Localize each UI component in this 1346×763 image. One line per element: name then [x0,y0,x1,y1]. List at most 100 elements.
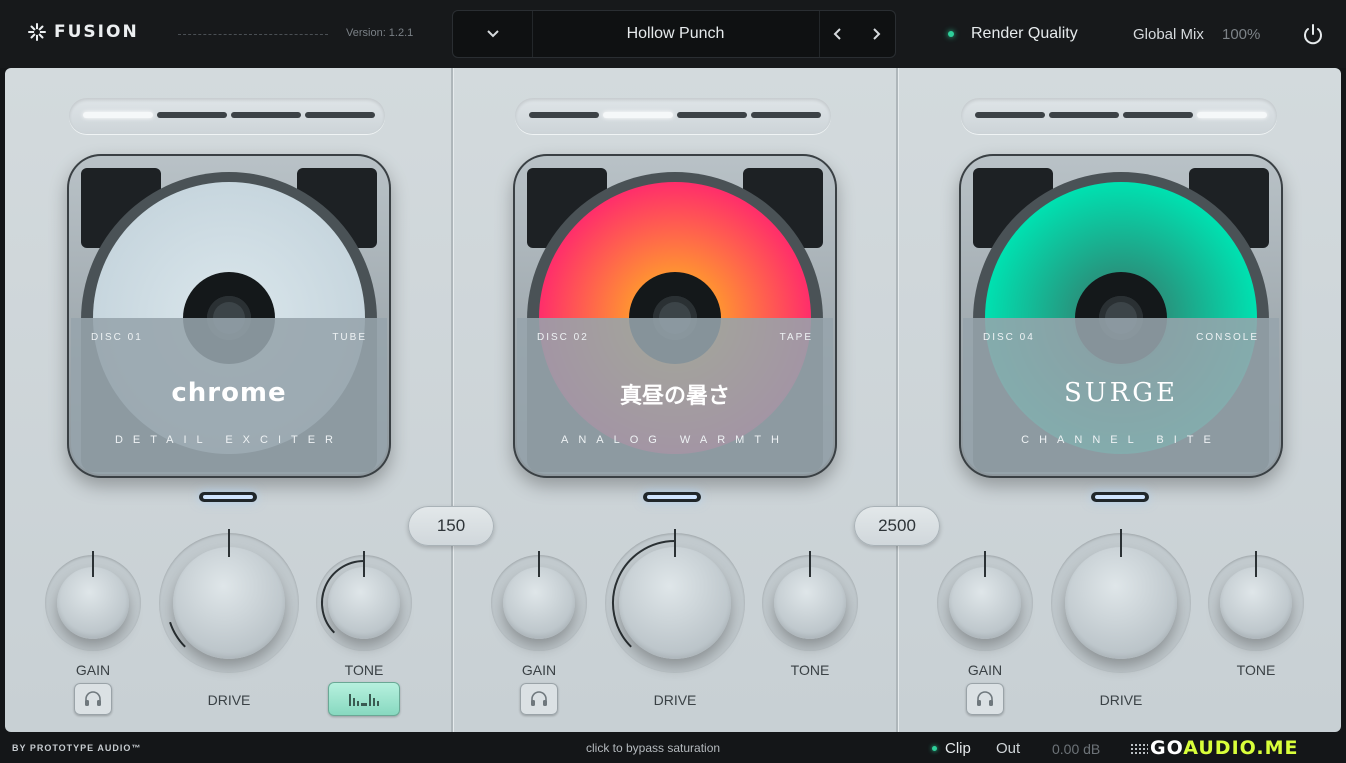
tone-label: TONE [790,662,830,678]
app-title: FUSION [54,22,139,42]
chevron-left-icon [833,28,841,40]
gain-knob[interactable] [949,567,1021,639]
disc-title: SURGE [1063,378,1179,408]
drive-knob[interactable] [619,547,731,659]
drive-label: DRIVE [653,692,697,708]
previous-preset-button[interactable] [819,11,857,57]
watermark-part-b: AUDIO.ME [1183,737,1299,759]
disc-title: chrome [171,378,287,408]
saturation-slot-2: DISC 02 TAPE 真昼の暑さ ANALOG WARMTH GAIN DRI… [451,68,895,732]
tone-knob[interactable] [328,567,400,639]
gain-knob-indicator [538,551,540,577]
logo: FUSION [28,22,139,42]
disc-selector[interactable] [961,98,1277,134]
tone-mode-button[interactable] [328,682,400,716]
global-mix-label: Global Mix [1133,26,1204,43]
disc-title: 真昼の暑さ [619,384,730,409]
version-label: Version: 1.2.1 [346,27,414,39]
disc-selector-segment[interactable] [157,112,227,118]
drive-knob-indicator [674,529,676,557]
slot-active-led [1091,492,1149,502]
render-quality-toggle[interactable]: Render Quality [971,25,1078,43]
gain-knob[interactable] [57,567,129,639]
power-button[interactable] [1300,22,1326,48]
watermark-part-a: GO [1150,737,1184,759]
disc-selector-segment[interactable] [83,112,153,118]
preset-name[interactable]: Hollow Punch [533,11,818,57]
disc-selector-segment[interactable] [751,112,821,118]
output-label: Out [996,740,1021,757]
disc-number: DISC 02 [537,332,589,343]
headphones-icon [531,691,547,706]
disc-selector[interactable] [515,98,831,134]
headphones-icon [977,691,993,706]
slot-active-led [643,492,701,502]
disc-selector-segment[interactable] [305,112,375,118]
clip-toggle[interactable]: Clip [945,740,971,757]
disc-player[interactable]: DISC 02 TAPE 真昼の暑さ ANALOG WARMTH [513,154,837,478]
bypass-hint: click to bypass saturation [586,741,721,755]
drive-knob-indicator [228,529,230,557]
disc-selector-segment[interactable] [1049,112,1119,118]
gain-label: GAIN [967,662,1003,678]
disc-selector-segment[interactable] [975,112,1045,118]
disc-number: DISC 01 [91,332,143,343]
disc-selector-segment[interactable] [603,112,673,118]
gain-knob[interactable] [503,567,575,639]
tone-knob-indicator [363,551,365,577]
tone-knob-indicator [1255,551,1257,577]
preset-browser: Hollow Punch [452,10,896,58]
disc-label: DISC 04 CONSOLE SURGE CHANNEL BITE [963,318,1279,474]
disc-player[interactable]: DISC 04 CONSOLE SURGE CHANNEL BITE [959,154,1283,478]
drive-label: DRIVE [207,692,251,708]
gain-label: GAIN [521,662,557,678]
title-divider [178,34,328,35]
solo-listen-button[interactable] [966,683,1004,715]
drive-label: DRIVE [1099,692,1143,708]
tone-knob[interactable] [774,567,846,639]
clip-indicator [932,746,937,751]
solo-listen-button[interactable] [74,683,112,715]
disc-number: DISC 04 [983,332,1035,343]
headphones-icon [85,691,101,706]
disc-selector-segment[interactable] [1197,112,1267,118]
disc-type: TUBE [332,332,367,343]
gain-knob-indicator [92,551,94,577]
disc-selector-segment[interactable] [231,112,301,118]
output-meter [1130,743,1148,755]
disc-selector[interactable] [69,98,385,134]
power-icon [1304,24,1322,45]
gain-label: GAIN [75,662,111,678]
top-bar: FUSION Version: 1.2.1 Hollow Punch Rende… [0,0,1346,68]
saturation-slot-3: DISC 04 CONSOLE SURGE CHANNEL BITE GAIN D… [897,68,1341,732]
tone-label: TONE [344,662,384,678]
gain-knob-indicator [984,551,986,577]
next-preset-button[interactable] [857,11,895,57]
preset-dropdown-button[interactable] [453,11,533,57]
disc-player[interactable]: DISC 01 TUBE chrome DETAIL EXCITER [67,154,391,478]
crossover-high-frequency[interactable]: 2500 [854,506,940,546]
disc-selector-segment[interactable] [1123,112,1193,118]
disc-type: CONSOLE [1196,332,1259,343]
disc-type: TAPE [779,332,813,343]
disc-label: DISC 02 TAPE 真昼の暑さ ANALOG WARMTH [517,318,833,474]
tone-knob[interactable] [1220,567,1292,639]
global-mix-value[interactable]: 100% [1222,26,1260,43]
drive-knob[interactable] [1065,547,1177,659]
drive-knob-indicator [1120,529,1122,557]
disc-subtitle: CHANNEL BITE [1021,434,1221,446]
disc-selector-segment[interactable] [529,112,599,118]
main-panel: DISC 01 TUBE chrome DETAIL EXCITER GAIN D… [5,68,1341,732]
crossover-low-frequency[interactable]: 150 [408,506,494,546]
chevron-down-icon [486,30,499,38]
disc-selector-segment[interactable] [677,112,747,118]
solo-listen-button[interactable] [520,683,558,715]
render-quality-indicator [948,31,954,37]
slot-active-led [199,492,257,502]
tone-knob-indicator [809,551,811,577]
drive-knob[interactable] [173,547,285,659]
output-gain-value[interactable]: 0.00 dB [1052,741,1100,757]
fusion-logo-icon [28,23,46,41]
brand-label: BY PROTOTYPE AUDIO™ [12,743,142,753]
watermark: GOAUDIO.ME [1150,737,1298,759]
